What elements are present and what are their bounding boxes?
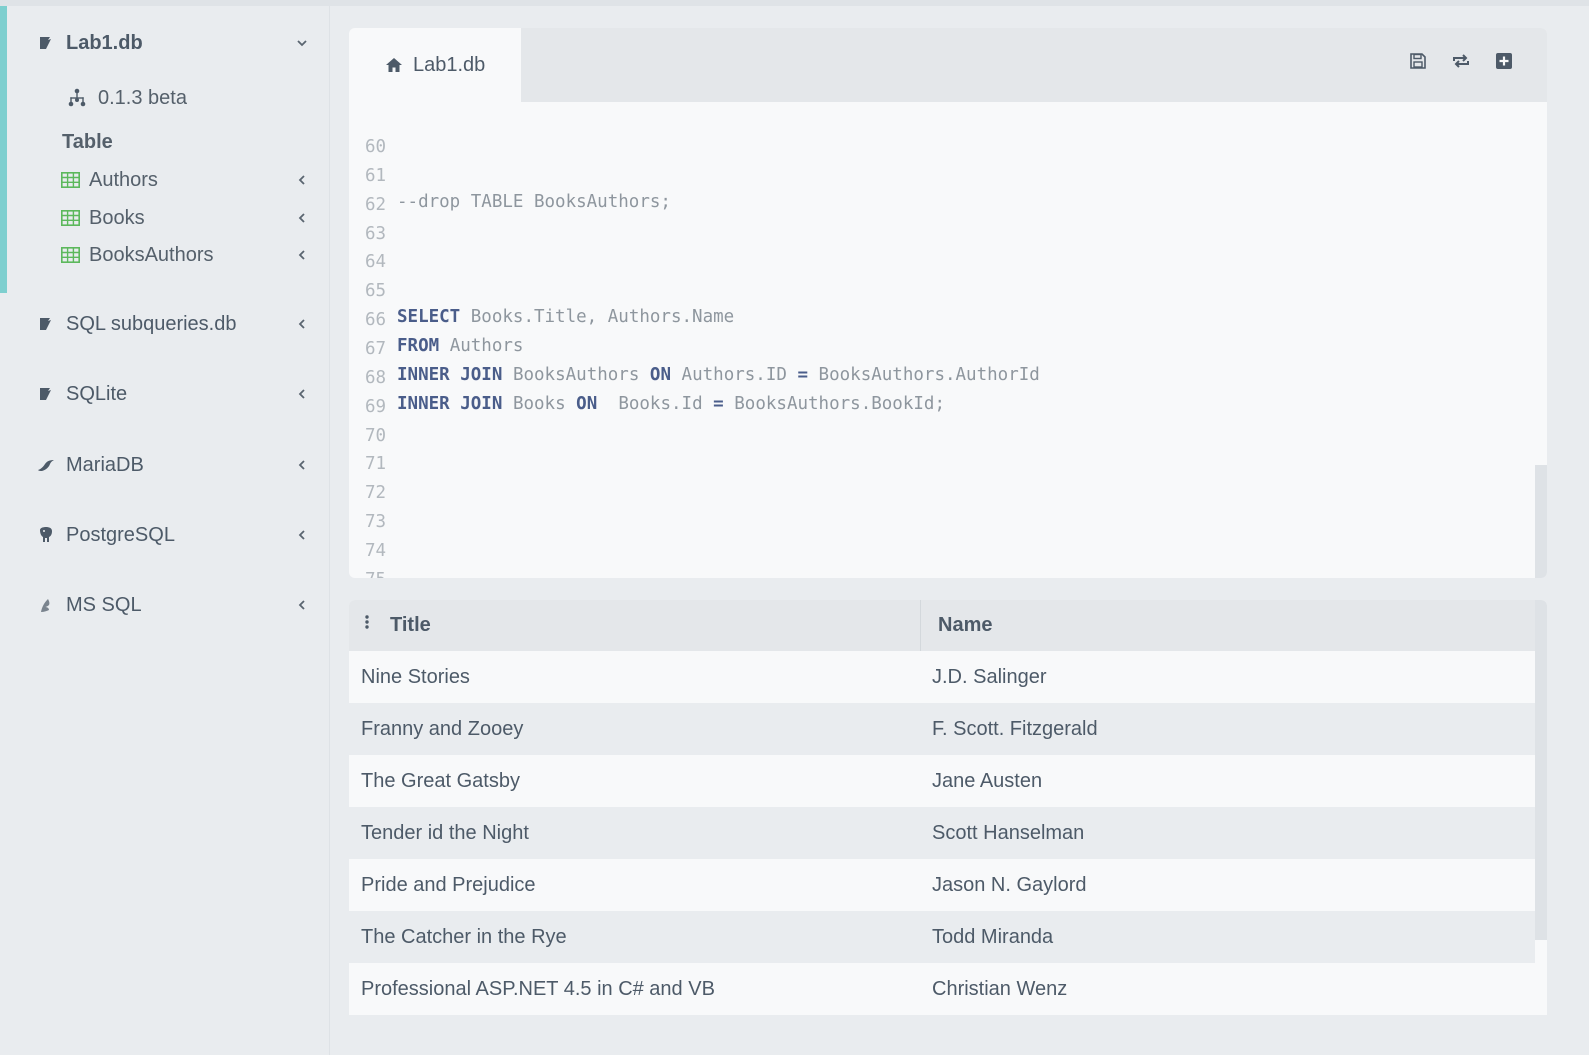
- cell-name: Todd Miranda: [932, 925, 1054, 948]
- save-icon: [1409, 52, 1427, 75]
- cell-title: The Catcher in the Rye: [361, 925, 567, 948]
- sidebar-db-sqlite[interactable]: SQLite: [37, 380, 312, 408]
- chevron-left-icon[interactable]: [292, 595, 312, 615]
- cell-name: J.D. Salinger: [932, 665, 1047, 688]
- add-query-button[interactable]: [1493, 52, 1515, 74]
- cell-name: Jane Austen: [932, 769, 1043, 792]
- column-header-name[interactable]: Name: [938, 600, 992, 651]
- code-line: 63: [349, 195, 1529, 244]
- code-line: 72: [349, 454, 1529, 503]
- table-label: Authors: [89, 168, 158, 191]
- table-row[interactable]: Tender id the Night Scott Hanselman: [349, 807, 1535, 859]
- postgresql-elephant-icon: [37, 526, 55, 544]
- db-version: 0.1.3 beta: [67, 84, 187, 112]
- code-line: 71: [349, 425, 1529, 474]
- table-row[interactable]: The Great Gatsby Jane Austen: [349, 755, 1535, 807]
- chevron-left-icon[interactable]: [292, 455, 312, 475]
- sidebar-db-mssql[interactable]: MS SQL: [37, 591, 312, 619]
- refresh-button[interactable]: [1450, 52, 1472, 74]
- table-label: Books: [89, 206, 145, 229]
- chevron-left-icon[interactable]: [292, 384, 312, 404]
- chevron-left-icon[interactable]: [292, 245, 312, 265]
- cell-title: Professional ASP.NET 4.5 in C# and VB: [361, 977, 715, 1000]
- chevron-left-icon[interactable]: [292, 208, 312, 228]
- db-label: PostgreSQL: [66, 523, 175, 546]
- sidebar: Lab1.db 0.1.3 beta Table Authors Books B…: [0, 6, 330, 1055]
- sidebar-db-lab1[interactable]: Lab1.db: [37, 29, 312, 57]
- column-divider[interactable]: [920, 600, 921, 651]
- cell-name: Christian Wenz: [932, 977, 1068, 1000]
- sql-editor-panel: Lab1.db 60 61 --drop TABLE BooksAuthors;: [349, 28, 1547, 578]
- results-table: Title Name Nine Stories J.D. Salinger Fr…: [349, 600, 1547, 1015]
- sidebar-table-books[interactable]: Books: [61, 204, 312, 232]
- tab-lab1-db[interactable]: Lab1.db: [349, 28, 521, 102]
- code-line: 70: [349, 397, 1529, 446]
- version-label: 0.1.3 beta: [98, 86, 187, 109]
- cell-name: F. Scott. Fitzgerald: [932, 717, 1098, 740]
- table-row[interactable]: The Catcher in the Rye Todd Miranda: [349, 911, 1535, 963]
- code-line: 68 INNER JOIN Books ON Books.Id = BooksA…: [349, 339, 1529, 414]
- chevron-left-icon[interactable]: [292, 525, 312, 545]
- code-line: 60: [349, 108, 1529, 157]
- sidebar-table-booksauthors[interactable]: BooksAuthors: [61, 241, 312, 269]
- code-line: 64: [349, 223, 1529, 272]
- tab-bar: Lab1.db: [349, 28, 1547, 102]
- editor-scrollbar[interactable]: [1535, 465, 1547, 578]
- sqlite-feather-icon: [37, 385, 55, 403]
- sidebar-db-mariadb[interactable]: MariaDB: [37, 451, 312, 479]
- cell-title: The Great Gatsby: [361, 769, 520, 792]
- sqlite-feather-icon: [37, 315, 55, 333]
- code-line: 73: [349, 483, 1529, 532]
- db-label: MS SQL: [66, 593, 142, 616]
- add-square-icon: [1495, 52, 1513, 75]
- code-line: 65 SELECT Books.Title, Authors.Name: [349, 252, 1529, 327]
- table-header: Title Name: [349, 600, 1535, 651]
- table-label: BooksAuthors: [89, 243, 214, 266]
- table-row[interactable]: Franny and Zooey F. Scott. Fitzgerald: [349, 703, 1535, 755]
- db-label: SQL subqueries.db: [66, 312, 237, 335]
- db-label: Lab1.db: [66, 31, 143, 54]
- code-line: 66 FROM Authors: [349, 281, 1529, 356]
- table-row[interactable]: Pride and Prejudice Jason N. Gaylord: [349, 859, 1535, 911]
- code-line: 62: [349, 166, 1529, 215]
- code-line: 67 INNER JOIN BooksAuthors ON Authors.ID…: [349, 310, 1529, 385]
- refresh-icon: [1451, 52, 1471, 75]
- code-line: 75: [349, 541, 1529, 578]
- sqlite-feather-icon: [37, 34, 55, 52]
- active-db-indicator: [0, 6, 7, 293]
- save-button[interactable]: [1407, 52, 1429, 74]
- chevron-down-icon[interactable]: [292, 33, 312, 53]
- table-icon: [61, 247, 80, 263]
- line-number: 75: [365, 567, 397, 578]
- sidebar-db-postgresql[interactable]: PostgreSQL: [37, 521, 312, 549]
- home-icon: [385, 57, 403, 73]
- cell-title: Nine Stories: [361, 665, 470, 688]
- table-icon: [61, 210, 80, 226]
- mssql-icon: [37, 596, 55, 614]
- chevron-left-icon[interactable]: [292, 314, 312, 334]
- sitemap-icon: [67, 87, 89, 109]
- cell-title: Pride and Prejudice: [361, 873, 536, 896]
- table-icon: [61, 172, 80, 188]
- cell-name: Jason N. Gaylord: [932, 873, 1087, 896]
- db-label: MariaDB: [66, 453, 144, 476]
- cell-name: Scott Hanselman: [932, 821, 1085, 844]
- section-title-table: Table: [62, 131, 113, 153]
- table-row[interactable]: Nine Stories J.D. Salinger: [349, 651, 1535, 703]
- db-label: SQLite: [66, 382, 128, 405]
- table-row[interactable]: Professional ASP.NET 4.5 in C# and VB Ch…: [349, 963, 1535, 1015]
- cell-title: Tender id the Night: [361, 821, 529, 844]
- mariadb-seal-icon: [37, 456, 55, 474]
- cell-title: Franny and Zooey: [361, 717, 524, 740]
- results-scrollbar[interactable]: [1535, 600, 1547, 940]
- column-header-title[interactable]: Title: [390, 600, 431, 651]
- sidebar-table-authors[interactable]: Authors: [61, 166, 312, 194]
- code-line: 61 --drop TABLE BooksAuthors;: [349, 137, 1529, 212]
- code-line: 74: [349, 512, 1529, 561]
- chevron-left-icon[interactable]: [292, 170, 312, 190]
- code-line: 69: [349, 368, 1529, 417]
- sidebar-db-sql-subqueries[interactable]: SQL subqueries.db: [37, 310, 312, 338]
- column-menu-icon[interactable]: [364, 614, 370, 630]
- tab-label: Lab1.db: [413, 53, 486, 76]
